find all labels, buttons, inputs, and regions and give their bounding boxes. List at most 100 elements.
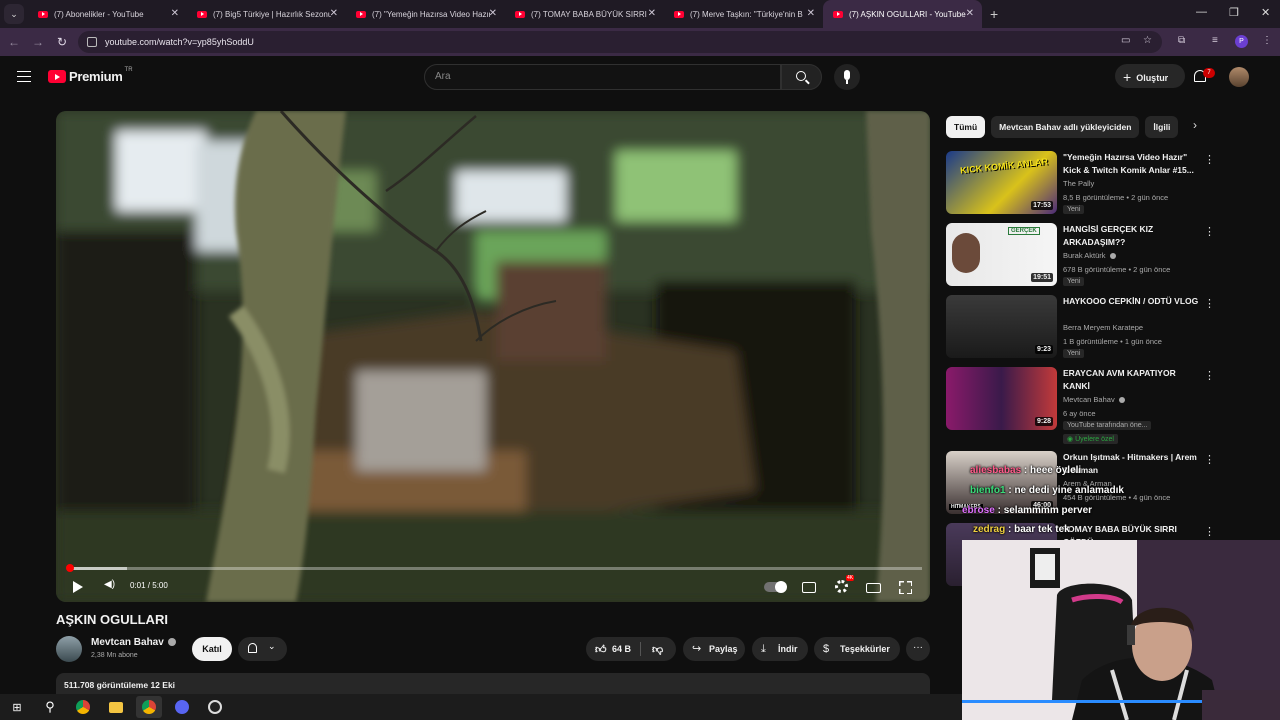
reload-icon[interactable]: ↻: [50, 35, 74, 49]
video-player[interactable]: ◀) 0:01 / 5:00 4K: [56, 111, 930, 602]
channel-text[interactable]: Mevtcan Bahav: [1063, 395, 1115, 404]
discord-icon[interactable]: [169, 696, 195, 718]
browser-tab[interactable]: (7) "Yemeğin Hazırsa Video Hazır" ✕: [346, 0, 505, 28]
close-tab-icon[interactable]: ✕: [330, 8, 338, 19]
thanks-label: Teşekkürler: [840, 644, 890, 654]
more-options-icon[interactable]: ⋮: [1204, 225, 1215, 238]
thanks-button[interactable]: $ Teşekkürler: [814, 637, 900, 661]
like-count[interactable]: 64 B: [612, 637, 631, 661]
video-thumbnail[interactable]: 9:23: [946, 295, 1057, 358]
scrubber-handle[interactable]: [65, 564, 74, 572]
dislike-thumb-icon[interactable]: 👎︎: [652, 638, 663, 662]
channel-name[interactable]: Mevtcan Bahav: [91, 637, 176, 648]
profile-avatar[interactable]: P: [1235, 35, 1248, 48]
create-button[interactable]: + Oluştur: [1115, 64, 1185, 88]
close-window-icon[interactable]: ✕: [1261, 6, 1270, 19]
voice-search-button[interactable]: [834, 64, 860, 90]
close-tab-icon[interactable]: ✕: [807, 8, 815, 19]
search-input[interactable]: Ara: [424, 64, 781, 90]
url-text[interactable]: youtube.com/watch?v=yp85yhSoddU: [105, 37, 254, 47]
video-thumbnail[interactable]: 9:28: [946, 367, 1057, 430]
site-info-icon[interactable]: [87, 37, 97, 47]
channel-avatar[interactable]: [56, 636, 82, 662]
chip-related[interactable]: İlgili: [1145, 116, 1179, 138]
download-button[interactable]: ⤓ İndir: [752, 637, 808, 661]
menu-icon[interactable]: [17, 71, 31, 82]
cast-icon[interactable]: ▭: [1121, 35, 1130, 46]
more-actions-icon[interactable]: ···: [906, 637, 930, 661]
restore-icon[interactable]: ❐: [1229, 6, 1239, 19]
bookmark-star-icon[interactable]: ☆: [1143, 35, 1152, 46]
recommendation-item[interactable]: KICK KOMİK ANLAR 17:53 "Yemeğin Hazırsa …: [946, 151, 1246, 215]
settings-gear-icon[interactable]: [835, 580, 848, 593]
close-tab-icon[interactable]: ✕: [648, 8, 656, 19]
chrome-active-icon[interactable]: [136, 696, 162, 718]
taskbar-search-icon[interactable]: ⚲: [37, 696, 63, 718]
chat-user: bienfo1: [970, 485, 1006, 496]
autoplay-toggle[interactable]: [764, 581, 787, 593]
tab-search-icon[interactable]: ⌄: [4, 4, 24, 24]
subscription-notification-button[interactable]: ⌄: [238, 637, 287, 661]
recommendation-channel[interactable]: Mevtcan Bahav: [1063, 395, 1125, 404]
youtube-premium-logo[interactable]: Premium TR: [48, 67, 133, 84]
chip-all[interactable]: Tümü: [946, 116, 986, 138]
chrome-menu-icon[interactable]: ⋮: [1262, 35, 1272, 46]
recommendation-title[interactable]: HAYKOOO CEPKİN / ODTÜ VLOG: [1063, 295, 1203, 308]
browser-tab-active[interactable]: (7) AŞKIN OGULLARI - YouTube ✕: [823, 0, 982, 28]
search-button[interactable]: [781, 64, 822, 90]
close-tab-icon[interactable]: ✕: [489, 8, 497, 19]
chevron-right-icon[interactable]: ›: [1193, 118, 1197, 132]
account-avatar[interactable]: [1229, 67, 1249, 87]
back-icon[interactable]: ←: [2, 35, 26, 49]
progress-bar[interactable]: [65, 564, 922, 572]
close-tab-icon[interactable]: ✕: [966, 8, 974, 19]
recommendation-item[interactable]: GERÇEK 19:51 HANGİSİ GERÇEK KIZ ARKADAŞI…: [946, 223, 1246, 287]
file-explorer-icon[interactable]: [103, 696, 129, 718]
close-tab-icon[interactable]: ✕: [171, 8, 179, 19]
recommendation-title[interactable]: Orkun Işıtmak - Hitmakers | Arem & Arman: [1063, 451, 1203, 477]
obs-icon[interactable]: [202, 696, 228, 718]
recommendation-channel[interactable]: Berra Meryem Karatepe: [1063, 323, 1143, 332]
subtitles-icon[interactable]: [802, 582, 816, 593]
create-label: Oluştur: [1136, 73, 1169, 83]
fullscreen-icon[interactable]: [899, 581, 912, 594]
chip-uploader[interactable]: Mevtcan Bahav adlı yükleyiciden: [991, 116, 1140, 138]
views-and-date: 511.708 görüntüleme 12 Eki: [64, 680, 176, 690]
recommendation-title[interactable]: HANGİSİ GERÇEK KIZ ARKADAŞIM??: [1063, 223, 1203, 249]
more-options-icon[interactable]: ⋮: [1204, 297, 1215, 310]
browser-tab[interactable]: (7) Big5 Türkiye | Hazırlık Sezonu ✕: [187, 0, 346, 28]
recommendation-title[interactable]: ERAYCAN AVM KAPATIYOR KANKİ: [1063, 367, 1203, 393]
recommendation-title[interactable]: "Yemeğin Hazırsa Video Hazır" Kick & Twi…: [1063, 151, 1203, 177]
chrome-icon[interactable]: [70, 696, 96, 718]
more-options-icon[interactable]: ⋮: [1204, 369, 1215, 382]
recommendation-channel[interactable]: Burak Aktürk: [1063, 251, 1116, 260]
browser-tab[interactable]: (7) Abonelikler - YouTube ✕: [28, 0, 187, 28]
more-options-icon[interactable]: ⋮: [1204, 453, 1215, 466]
more-options-icon[interactable]: ⋮: [1204, 525, 1215, 538]
new-tab-icon[interactable]: +: [990, 6, 998, 22]
url-field[interactable]: youtube.com/watch?v=yp85yhSoddU: [78, 31, 1162, 53]
forward-icon[interactable]: →: [26, 35, 50, 49]
recommendation-channel[interactable]: The Pally: [1063, 179, 1094, 188]
extensions-icon[interactable]: ⧉: [1178, 35, 1185, 46]
browser-tab[interactable]: (7) Merve Taşkın: "Türkiye'nin B ✕: [664, 0, 823, 28]
channel-text[interactable]: Burak Aktürk: [1063, 251, 1106, 260]
share-button[interactable]: ↪ Paylaş: [683, 637, 745, 661]
windows-start-icon[interactable]: ⊞: [4, 696, 30, 718]
recommendation-item[interactable]: 9:28 ERAYCAN AVM KAPATIYOR KANKİ Mevtcan…: [946, 367, 1246, 447]
media-control-icon[interactable]: ≡: [1212, 35, 1218, 46]
more-options-icon[interactable]: ⋮: [1204, 153, 1215, 166]
members-only-text: Üyelere özel: [1075, 436, 1114, 443]
channel-name-text[interactable]: Mevtcan Bahav: [91, 637, 164, 648]
youtube-favicon-icon: [833, 10, 843, 18]
like-thumb-icon[interactable]: 👍︎: [595, 638, 607, 662]
video-thumbnail[interactable]: KICK KOMİK ANLAR 17:53: [946, 151, 1057, 214]
browser-tab[interactable]: (7) TOMAY BABA BÜYÜK SIRRI Ç ✕: [505, 0, 664, 28]
video-thumbnail[interactable]: GERÇEK 19:51: [946, 223, 1057, 286]
theater-mode-icon[interactable]: [866, 583, 881, 593]
minimize-icon[interactable]: —: [1196, 6, 1207, 18]
play-icon[interactable]: [73, 581, 83, 593]
join-button[interactable]: Katıl: [192, 637, 232, 661]
volume-icon[interactable]: ◀): [104, 579, 115, 590]
recommendation-item[interactable]: 9:23 HAYKOOO CEPKİN / ODTÜ VLOG Berra Me…: [946, 295, 1246, 359]
